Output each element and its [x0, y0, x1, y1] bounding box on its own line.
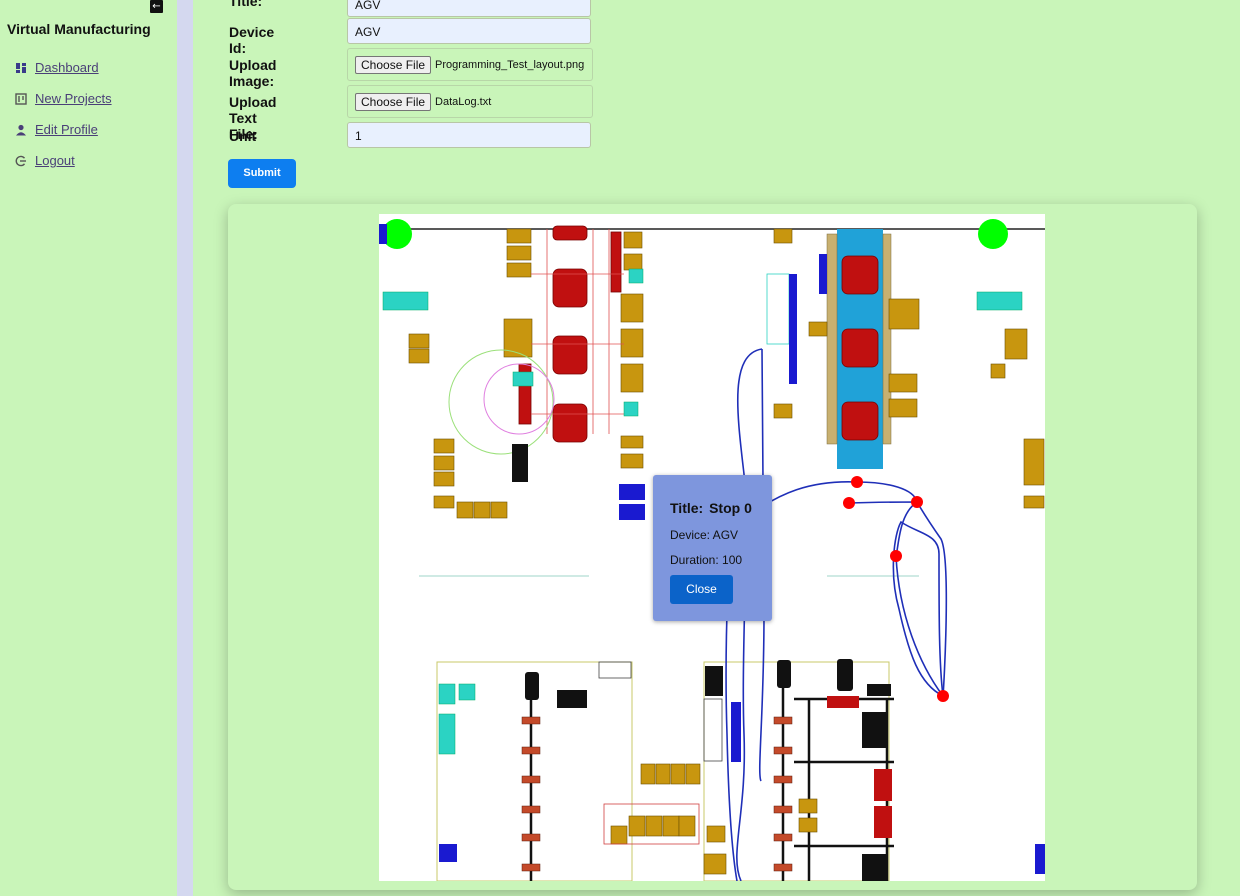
sidebar-item-edit-profile[interactable]: Edit Profile — [15, 114, 112, 145]
device-id-input[interactable]: AGV — [347, 18, 591, 44]
unit-label: Unit — [229, 128, 257, 144]
upload-image-field: Choose File Programming_Test_layout.png — [347, 48, 593, 81]
popup-device: Device: AGV — [670, 528, 739, 542]
sidebar-item-label[interactable]: New Projects — [35, 91, 112, 106]
image-file-name: Programming_Test_layout.png — [435, 58, 585, 71]
stop-info-popup: Title: Stop 0 Device: AGV Duration: 100 … — [653, 475, 772, 621]
collapse-sidebar-icon[interactable]: ← — [150, 0, 163, 13]
logout-icon — [15, 155, 26, 166]
user-icon — [16, 124, 26, 135]
sidebar: ← Virtual Manufacturing Dashboard New Pr… — [0, 0, 177, 896]
sidebar-item-label[interactable]: Dashboard — [35, 60, 99, 75]
sidebar-item-label[interactable]: Edit Profile — [35, 122, 98, 137]
sidebar-item-new-projects[interactable]: New Projects — [15, 83, 112, 114]
title-input[interactable]: AGV — [347, 0, 591, 17]
popup-close-button[interactable]: Close — [670, 575, 733, 604]
text-file-name: DataLog.txt — [435, 95, 492, 108]
title-label: Title: — [229, 0, 263, 9]
dashboard-icon — [16, 62, 26, 73]
choose-image-button[interactable]: Choose File — [355, 55, 432, 74]
upload-image-label: Upload Image: — [229, 57, 277, 89]
unit-input[interactable]: 1 — [347, 122, 591, 148]
sidebar-nav: Dashboard New Projects Edit Profile Logo… — [15, 52, 112, 176]
popup-title-label: Title: — [670, 500, 704, 516]
choose-text-button[interactable]: Choose File — [355, 92, 432, 111]
sidebar-item-logout[interactable]: Logout — [15, 145, 112, 176]
projects-icon — [15, 92, 27, 105]
sidebar-item-dashboard[interactable]: Dashboard — [15, 52, 112, 83]
device-id-label: Device Id: — [229, 24, 275, 56]
popup-title: Title: Stop 0 — [670, 500, 752, 516]
app-title: Virtual Manufacturing — [7, 21, 151, 37]
popup-title-value: Stop 0 — [709, 500, 752, 516]
sidebar-divider[interactable] — [177, 0, 193, 896]
upload-text-field: Choose File DataLog.txt — [347, 85, 593, 118]
popup-duration: Duration: 100 — [670, 553, 743, 567]
sidebar-item-label[interactable]: Logout — [35, 153, 75, 168]
submit-button[interactable]: Submit — [228, 159, 296, 188]
